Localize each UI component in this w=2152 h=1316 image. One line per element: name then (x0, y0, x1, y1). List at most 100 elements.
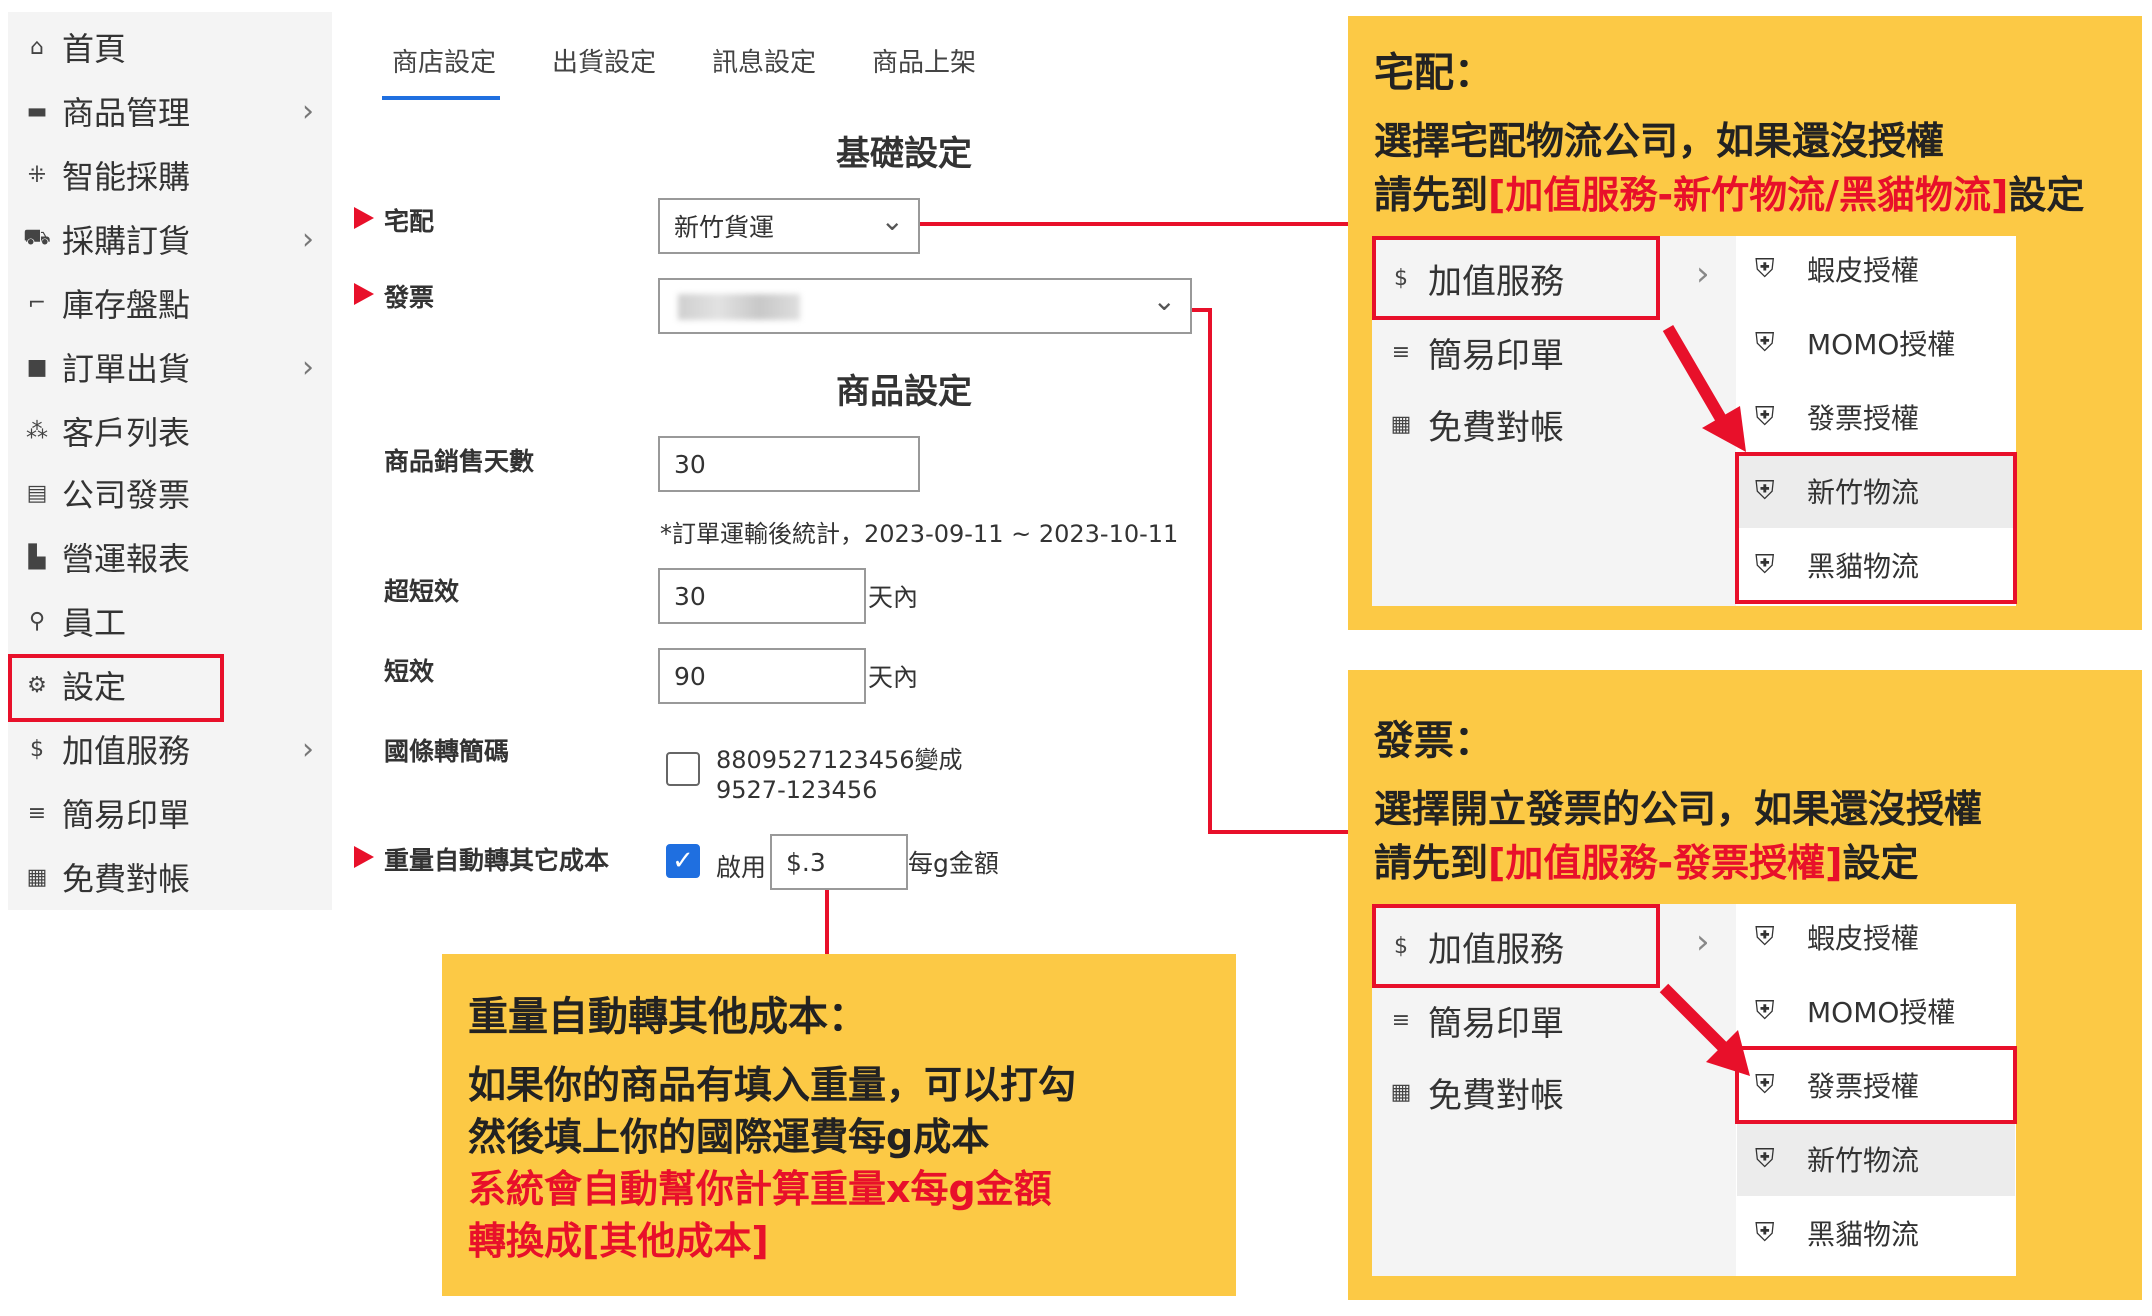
shield-icon: ⛨ (1755, 1143, 1775, 1174)
tab-shipping-settings[interactable]: 出貨設定 (552, 42, 656, 79)
invoice-callout-line2: 請先到[加值服務-發票授權]設定 (1374, 841, 1919, 885)
sale-days-label: 商品銷售天數 (384, 447, 535, 476)
sidebar-item-6[interactable]: ⁂ 客戶列表 (8, 400, 332, 462)
calculator-icon: ▦ (1390, 1079, 1412, 1105)
sidebar-item-0[interactable]: ⌂ 首頁 (8, 16, 332, 78)
ultra-short-label: 超短效 (384, 577, 460, 606)
submenu-label: MOMO授權 (1807, 328, 1956, 361)
sidebar-item-label: 免費對帳 (62, 860, 191, 898)
sale-days-value: 30 (674, 449, 706, 479)
sidebar-item-7[interactable]: ▤ 公司發票 (8, 462, 332, 524)
sidebar-item-4[interactable]: ⌐ 庫存盤點 (8, 272, 332, 334)
chevron-right-icon: › (1696, 922, 1710, 962)
delivery-callout-line1: 選擇宅配物流公司，如果還沒授權 (1374, 119, 1945, 163)
submenu-label: 黑貓物流 (1807, 1218, 1920, 1251)
sidebar-item-5[interactable]: ■ 訂單出貨 › (8, 336, 332, 398)
users-icon: ⁂ (26, 418, 48, 444)
connector-line (920, 222, 1348, 226)
sidebar-item-label: 營運報表 (62, 540, 191, 578)
submenu-item[interactable]: ⛨ MOMO授權 (1737, 974, 2015, 1048)
mini-menu-item[interactable]: ≡ 簡易印單 (1388, 982, 1564, 1058)
sidebar-item-3[interactable]: ⛟ 採購訂貨 › (8, 208, 332, 270)
sidebar-item-label: 加值服務 (62, 732, 191, 770)
submenu-item[interactable]: ⛨ 黑貓物流 (1737, 1196, 2015, 1270)
blurred-company-name (678, 294, 800, 320)
weight-cost-input[interactable]: $.3 (770, 834, 908, 890)
box-icon: ▬ (26, 98, 48, 124)
barcode-note-line2: 9527-123456 (716, 776, 878, 804)
sidebar-item-label: 採購訂貨 (62, 222, 191, 260)
short-value: 90 (674, 661, 706, 691)
menu-icon: ≡ (27, 800, 47, 826)
delivery-label: 宅配 (384, 207, 435, 236)
sidebar-item-13[interactable]: ▦ 免費對帳 (8, 846, 332, 908)
shield-icon: ⛨ (1755, 921, 1775, 952)
weight-callout-title: 重量自動轉其他成本： (468, 994, 868, 1040)
submenu-item[interactable]: ⛨ 蝦皮授權 (1737, 900, 2015, 974)
submenu-item[interactable]: ⛨ MOMO授權 (1737, 306, 2015, 380)
sidebar-item-9[interactable]: ⚲ 員工 (8, 590, 332, 652)
sidebar-item-2[interactable]: ⁜ 智能採購 (8, 144, 332, 206)
submenu-highlight-box (1735, 1046, 2017, 1124)
shield-icon: ⛨ (1755, 401, 1775, 432)
barcode-label: 國條轉簡碼 (384, 737, 510, 766)
active-tab-indicator (382, 96, 500, 100)
submenu-item[interactable]: ⛨ 新竹物流 (1737, 1122, 2015, 1196)
sidebar-item-label: 員工 (62, 604, 127, 642)
sidebar-item-label: 智能採購 (62, 158, 191, 196)
enable-label: 啟用 (716, 853, 767, 882)
ultra-short-value: 30 (674, 581, 706, 611)
mini-menu-label: 免費對帳 (1428, 1075, 1564, 1116)
weight-cost-label: 重量自動轉其它成本 (384, 846, 610, 875)
settings-highlight-box (8, 654, 224, 722)
barcode-note-line1: 8809527123456變成 (716, 746, 963, 774)
delivery-select[interactable]: 新竹貨運 ⌄ (658, 198, 920, 254)
submenu-label: 蝦皮授權 (1807, 922, 1920, 955)
tab-store-settings[interactable]: 商店設定 (392, 42, 496, 79)
sidebar-item-12[interactable]: ≡ 簡易印單 (8, 782, 332, 844)
sidebar-item-11[interactable]: $ 加值服務 › (8, 718, 332, 780)
invoice-icon: ▤ (26, 480, 48, 506)
sidebar-item-label: 訂單出貨 (62, 350, 191, 388)
barcode-checkbox[interactable] (666, 752, 700, 786)
chevron-right-icon: › (302, 349, 314, 385)
weight-cost-unit: 每g金額 (908, 849, 999, 878)
submenu-item[interactable]: ⛨ 蝦皮授權 (1737, 232, 2015, 306)
connector-line (1208, 830, 1348, 834)
shield-icon: ⛨ (1755, 253, 1775, 284)
sidebar-item-label: 首頁 (62, 30, 127, 68)
short-unit: 天內 (868, 663, 919, 692)
dollar-icon: $ (30, 736, 44, 762)
chevron-right-icon: › (1696, 254, 1710, 294)
chevron-right-icon: › (302, 221, 314, 257)
home-icon: ⌂ (30, 34, 44, 60)
invoice-callout-line1: 選擇開立發票的公司，如果還沒授權 (1374, 787, 1983, 831)
weight-callout-line1: 如果你的商品有填入重量，可以打勾 (468, 1063, 1077, 1107)
grid-icon: ⁜ (27, 162, 47, 188)
cart-icon: ⛟ (23, 225, 51, 250)
tab-product-listing[interactable]: 商品上架 (872, 42, 976, 79)
sidebar-item-1[interactable]: ▬ 商品管理 › (8, 80, 332, 142)
mini-menu-item[interactable]: ≡ 簡易印單 (1388, 314, 1564, 390)
ultra-short-input[interactable]: 30 (658, 568, 866, 624)
mini-menu-item[interactable]: ▦ 免費對帳 (1388, 386, 1564, 462)
menu-icon: ≡ (1391, 1007, 1411, 1033)
weight-callout-line4: 轉換成[其他成本] (468, 1219, 769, 1263)
delivery-value: 新竹貨運 (674, 213, 775, 242)
pointer-triangle-icon (354, 283, 374, 305)
sidebar-item-label: 簡易印單 (62, 796, 191, 834)
pointer-triangle-icon (354, 207, 374, 229)
sale-days-input[interactable]: 30 (658, 436, 920, 492)
tab-message-settings[interactable]: 訊息設定 (712, 42, 816, 79)
submenu-label: 蝦皮授權 (1807, 254, 1920, 287)
product-settings-title: 商品設定 (836, 372, 972, 412)
invoice-label: 發票 (384, 283, 435, 312)
chevron-right-icon: › (302, 731, 314, 767)
short-input[interactable]: 90 (658, 648, 866, 704)
invoice-select[interactable]: ⌄ (658, 278, 1192, 334)
weight-enable-checkbox[interactable]: ✓ (666, 844, 700, 878)
mini-menu-item[interactable]: ▦ 免費對帳 (1388, 1054, 1564, 1130)
submenu-item[interactable]: ⛨ 發票授權 (1737, 380, 2015, 454)
sidebar-item-8[interactable]: ▙ 營運報表 (8, 526, 332, 588)
red-arrow-icon (1662, 324, 1746, 452)
